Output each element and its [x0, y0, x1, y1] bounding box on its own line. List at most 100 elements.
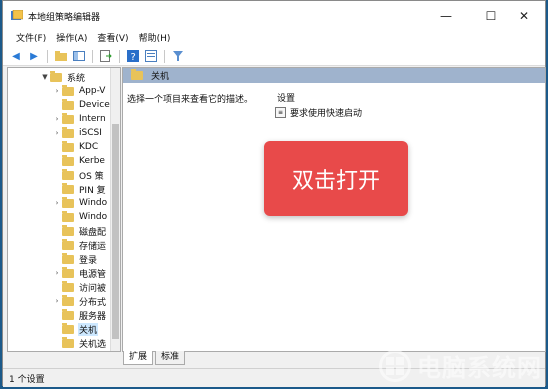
- back-arrow-icon[interactable]: ◀: [9, 49, 23, 63]
- tree-item[interactable]: 关机选: [52, 336, 107, 350]
- setting-row-fast-startup[interactable]: ≡ 要求使用快速启动: [275, 106, 362, 119]
- chevron-right-icon[interactable]: ›: [52, 199, 62, 207]
- watermark-text: 电脑系统网: [417, 354, 542, 382]
- filter-icon[interactable]: [171, 49, 185, 63]
- folder-icon: [62, 266, 74, 278]
- toolbar-separator: [119, 49, 120, 63]
- setting-label: 要求使用快速启动: [290, 109, 363, 119]
- content-header: 关机: [123, 68, 545, 83]
- policy-setting-icon: ≡: [275, 107, 286, 118]
- chevron-down-icon[interactable]: ▼: [40, 73, 50, 81]
- tree-item-label: 存储运: [79, 241, 107, 252]
- minimize-button[interactable]: —: [424, 1, 468, 31]
- show-hide-tree-icon[interactable]: [72, 49, 86, 63]
- up-folder-icon[interactable]: [54, 49, 68, 63]
- content-header-title: 关机: [151, 72, 170, 82]
- tab-extended[interactable]: 扩展: [123, 351, 154, 365]
- folder-icon: [131, 69, 143, 80]
- tree-item[interactable]: › Windo: [52, 196, 108, 210]
- menu-help[interactable]: 帮助(H): [134, 31, 176, 47]
- tree-item[interactable]: › iSCSI: [52, 126, 103, 140]
- svg-text:?: ?: [131, 52, 136, 62]
- scrollbar-thumb[interactable]: [112, 124, 119, 339]
- folder-icon: [62, 322, 74, 334]
- chevron-right-icon[interactable]: ›: [52, 87, 62, 95]
- status-text: 1 个设置: [9, 375, 45, 385]
- tree-item-label: KDC: [79, 142, 99, 152]
- chevron-right-icon[interactable]: ›: [52, 269, 62, 277]
- tree-item[interactable]: 存储运: [52, 238, 107, 252]
- instruction-callout: 双击打开: [264, 141, 408, 216]
- folder-icon: [62, 336, 74, 348]
- window-title: 本地组策略编辑器: [28, 13, 101, 23]
- tree-item-label: 电源管: [79, 269, 107, 280]
- folder-icon: [62, 308, 74, 320]
- chevron-right-icon[interactable]: ›: [52, 297, 62, 305]
- tree-item-label: 磁盘配: [79, 227, 107, 238]
- folder-icon: [62, 252, 74, 264]
- folder-icon: [62, 280, 74, 292]
- folder-icon: [62, 140, 74, 152]
- tree-item[interactable]: OS 策: [52, 168, 105, 182]
- folder-icon: [62, 84, 74, 96]
- export-list-icon[interactable]: [99, 49, 113, 63]
- tree-item-label: 服务器: [79, 311, 107, 322]
- folder-icon: [62, 182, 74, 194]
- chevron-right-icon[interactable]: ›: [52, 115, 62, 123]
- tree-item-label: Windo: [79, 198, 108, 208]
- tree-item-label: 登录: [79, 255, 98, 266]
- tree-item-label: App-V: [79, 86, 106, 96]
- tree-item-label: iSCSI: [79, 128, 102, 138]
- tab-standard[interactable]: 标准: [155, 351, 186, 365]
- folder-icon: [62, 210, 74, 222]
- title-bar: 本地组策略编辑器 — ☐ ✕: [3, 1, 545, 31]
- menu-bar: 文件(F) 操作(A) 查看(V) 帮助(H): [3, 31, 545, 47]
- gpedit-app-icon: [11, 10, 23, 20]
- folder-icon: [50, 70, 62, 82]
- forward-arrow-icon[interactable]: ▶: [27, 49, 41, 63]
- tree-item[interactable]: 服务器: [52, 308, 107, 322]
- tree-item-label: 关机: [78, 322, 99, 336]
- folder-icon: [62, 196, 74, 208]
- tree-item-label: Windo: [79, 212, 108, 222]
- folder-icon: [62, 112, 74, 124]
- toolbar-separator: [47, 49, 48, 63]
- watermark: 电脑系统网: [379, 348, 542, 383]
- close-button[interactable]: ✕: [502, 1, 546, 31]
- toolbar: ◀ ▶ ?: [3, 47, 545, 66]
- help-icon[interactable]: ?: [126, 49, 140, 63]
- description-text: 选择一个项目来查看它的描述。: [127, 95, 254, 105]
- tree-item-label: 分布式: [79, 297, 107, 308]
- tree-item[interactable]: › Intern: [52, 112, 107, 126]
- folder-icon: [62, 126, 74, 138]
- tree-scrollbar[interactable]: [110, 68, 120, 351]
- tree-item[interactable]: › 电源管: [52, 266, 107, 280]
- settings-column-header[interactable]: 设置: [277, 91, 295, 104]
- tree-item[interactable]: › App-V: [52, 84, 106, 98]
- tree-item-label: PIN 复: [79, 185, 106, 196]
- tree-item-label: Kerbe: [79, 156, 105, 166]
- tree-item[interactable]: › 分布式: [52, 294, 107, 308]
- tree-item-label: Device: [79, 100, 110, 110]
- tree-item[interactable]: KDC: [52, 140, 99, 154]
- menu-file[interactable]: 文件(F): [11, 31, 51, 47]
- toolbar-separator: [92, 49, 93, 63]
- view-tabs: 扩展 标准: [123, 351, 187, 365]
- tree-item[interactable]: PIN 复: [52, 182, 107, 196]
- tree-item[interactable]: 登录: [52, 252, 98, 266]
- tree-item-system[interactable]: ▼ 系统: [40, 70, 86, 84]
- tree-item[interactable]: Device: [52, 98, 111, 112]
- folder-icon: [62, 294, 74, 306]
- windows-logo-icon: [379, 349, 411, 382]
- tree-item-label: 访问被: [79, 283, 107, 294]
- tree-item[interactable]: 磁盘配: [52, 224, 107, 238]
- properties-icon[interactable]: [144, 49, 158, 63]
- menu-action[interactable]: 操作(A): [51, 31, 92, 47]
- tree-item[interactable]: Kerbe: [52, 154, 106, 168]
- menu-view[interactable]: 查看(V): [92, 31, 133, 47]
- chevron-right-icon[interactable]: ›: [52, 129, 62, 137]
- tree-item-label: OS 策: [79, 171, 104, 182]
- tree-item[interactable]: Windo: [52, 210, 108, 224]
- tree-item[interactable]: 访问被: [52, 280, 107, 294]
- tree-item-shutdown[interactable]: 关机: [52, 322, 99, 336]
